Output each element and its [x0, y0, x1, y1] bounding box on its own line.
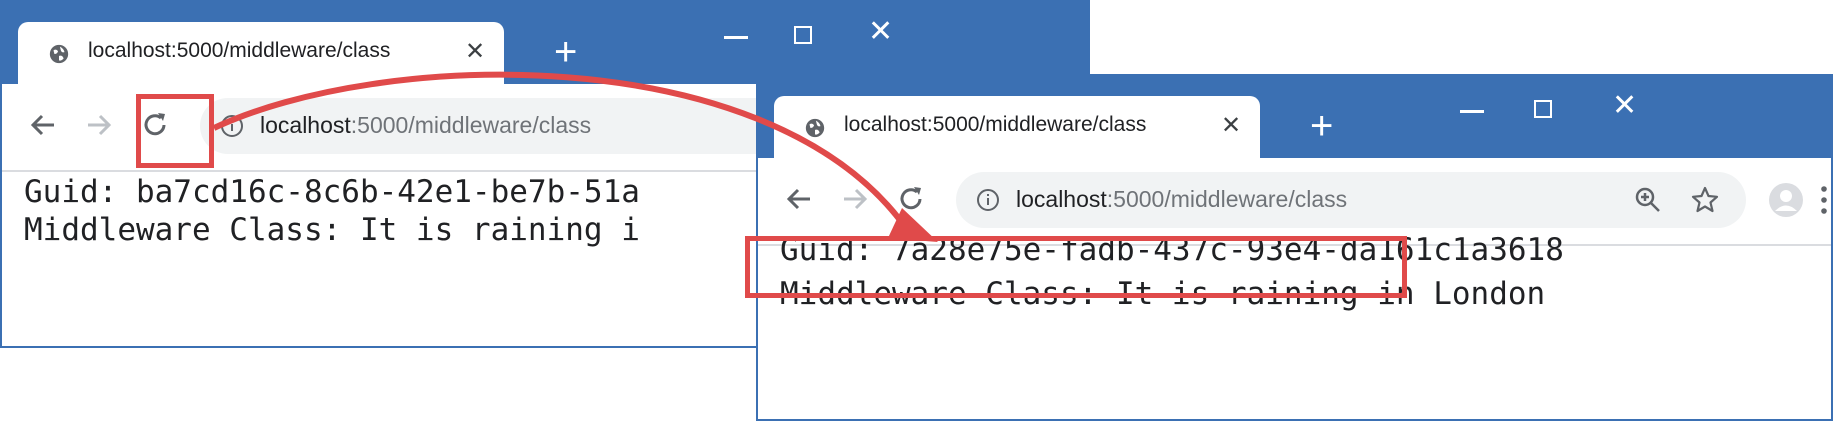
- annotation-arrow: [212, 71, 938, 242]
